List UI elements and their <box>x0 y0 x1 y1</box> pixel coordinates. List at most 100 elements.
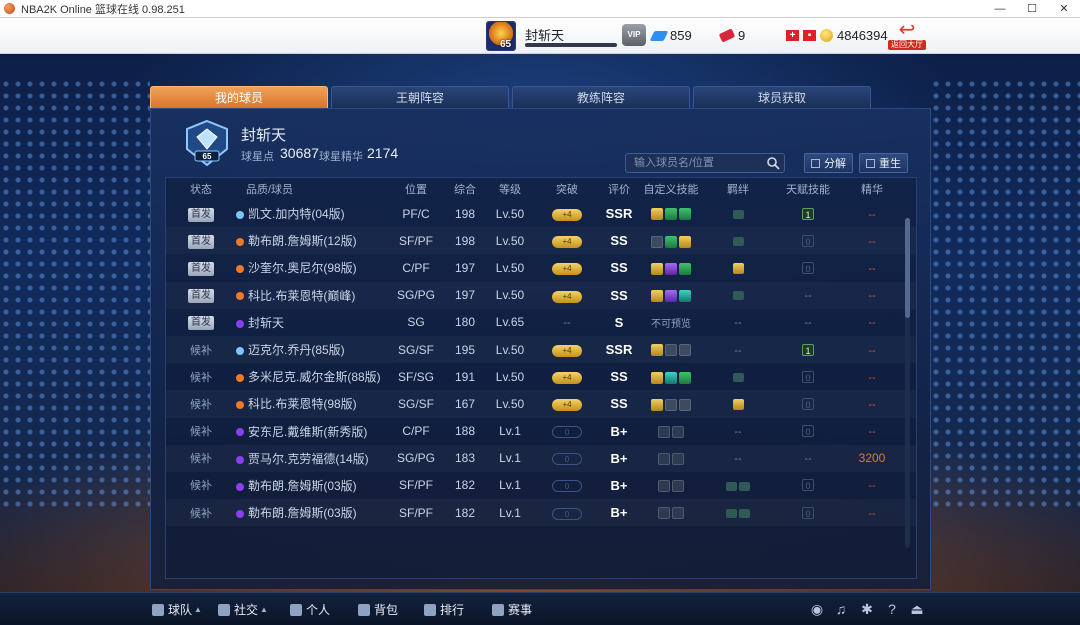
skill-icon[interactable] <box>651 208 663 221</box>
talent-badge[interactable]: 1 <box>802 343 814 356</box>
ticket-balance[interactable]: 9 <box>718 28 745 43</box>
table-row[interactable]: 候补 多米尼克.威尔金斯(88版) SF/SG 191 Lv.50 +4 SS 0 -- <box>166 363 916 390</box>
tab-my-players[interactable]: 我的球员 <box>150 86 328 108</box>
player-cell[interactable]: 凯文.加内特(04版) <box>236 205 386 222</box>
skill-icon[interactable] <box>679 371 691 384</box>
header-status[interactable]: 状态 <box>166 181 236 197</box>
skill-icon[interactable] <box>665 371 677 384</box>
table-scrollbar[interactable] <box>905 218 910 548</box>
nav-ranking[interactable]: 排行 <box>424 601 464 618</box>
lock-icon[interactable] <box>658 507 670 520</box>
tab-coach-lineup[interactable]: 教练阵容 <box>512 86 690 108</box>
player-cell[interactable]: 封斩天 <box>236 314 386 331</box>
lock-icon[interactable] <box>672 480 684 493</box>
skill-icon[interactable] <box>651 235 663 248</box>
search-input[interactable] <box>634 155 764 171</box>
talent-badge[interactable]: 0 <box>802 479 814 492</box>
table-row[interactable]: 候补 安东尼.戴维斯(新秀版) C/PF 188 Lv.1 0 B+ -- 0 -- <box>166 418 916 445</box>
talent-badge[interactable]: 0 <box>802 234 814 247</box>
skill-icon[interactable] <box>679 344 691 357</box>
player-cell[interactable]: 科比.布莱恩特(98版) <box>236 395 386 412</box>
player-cell[interactable]: 安东尼.戴维斯(新秀版) <box>236 423 386 440</box>
breakthrough-pill[interactable]: 0 <box>552 480 582 493</box>
skill-icon[interactable] <box>651 371 663 384</box>
nav-social[interactable]: 社交 ▲ <box>218 601 268 618</box>
header-overall[interactable]: 综合 <box>446 181 484 197</box>
header-bonds[interactable]: 羁绊 <box>702 181 774 197</box>
table-row[interactable]: 候补 勒布朗.詹姆斯(03版) SF/PF 182 Lv.1 0 B+ 0 -- <box>166 472 916 499</box>
header-talent[interactable]: 天赋技能 <box>774 181 842 197</box>
gear-icon[interactable]: ✱ <box>859 601 875 617</box>
talent-badge[interactable]: 0 <box>802 370 814 383</box>
lock-icon[interactable] <box>672 425 684 438</box>
tab-dynasty-lineup[interactable]: 王朝阵容 <box>331 86 509 108</box>
player-cell[interactable]: 迈克尔.乔丹(85版) <box>236 341 386 358</box>
header-position[interactable]: 位置 <box>386 181 446 197</box>
breakthrough-pill[interactable]: +4 <box>552 209 582 222</box>
header-quality-player[interactable]: 品质/球员 <box>236 181 386 197</box>
table-row[interactable]: 候补 贾马尔.克劳福德(14版) SG/PG 183 Lv.1 0 B+ -- -- 3200 <box>166 445 916 472</box>
talent-badge[interactable]: 0 <box>802 506 814 519</box>
breakthrough-pill[interactable]: +4 <box>552 290 582 303</box>
bond-icon[interactable] <box>732 399 744 411</box>
bond-icon[interactable] <box>732 237 744 247</box>
talent-badge[interactable]: 0 <box>802 261 814 274</box>
bond-icon[interactable] <box>732 291 744 301</box>
table-row[interactable]: 候补 迈克尔.乔丹(85版) SG/SF 195 Lv.50 +4 SSR -- 1 -- <box>166 336 916 363</box>
bond-icon[interactable] <box>732 373 744 383</box>
breakthrough-pill[interactable]: 0 <box>552 426 582 439</box>
skill-icon[interactable] <box>651 398 663 411</box>
table-row[interactable]: 候补 勒布朗.詹姆斯(03版) SF/PF 182 Lv.1 0 B+ 0 -- <box>166 499 916 526</box>
table-row[interactable]: 首发 凯文.加内特(04版) PF/C 198 Lv.50 +4 SSR 1 -- <box>166 200 916 227</box>
nav-events[interactable]: 赛事 <box>492 601 532 618</box>
maximize-button[interactable]: ☐ <box>1016 0 1048 18</box>
skill-icon[interactable] <box>665 262 677 275</box>
skill-icon[interactable] <box>665 344 677 357</box>
search-icon[interactable] <box>766 156 780 170</box>
header-essence[interactable]: 精华 <box>842 181 902 197</box>
bond-icon[interactable] <box>739 481 750 491</box>
bond-icon[interactable] <box>739 508 750 518</box>
exit-icon[interactable]: ⏏ <box>909 601 925 617</box>
headset-icon[interactable]: ◉ <box>809 601 825 617</box>
vip-icon[interactable]: VIP <box>622 24 646 46</box>
bond-icon[interactable] <box>732 263 744 275</box>
table-row[interactable]: 首发 勒布朗.詹姆斯(12版) SF/PF 198 Lv.50 +4 SS 0 -- <box>166 227 916 254</box>
header-custom-skills[interactable]: 自定义技能 <box>640 181 702 197</box>
header-breakthrough[interactable]: 突破 <box>536 181 598 197</box>
skill-icon[interactable] <box>651 289 663 302</box>
diamond-balance[interactable]: 859 <box>649 28 692 43</box>
player-cell[interactable]: 勒布朗.詹姆斯(12版) <box>236 232 386 249</box>
table-row[interactable]: 候补 科比.布莱恩特(98版) SG/SF 167 Lv.50 +4 SS 0 -- <box>166 390 916 417</box>
lock-icon[interactable] <box>672 453 684 466</box>
player-cell[interactable]: 科比.布莱恩特(巅峰) <box>236 287 386 304</box>
skill-icon[interactable] <box>665 235 677 248</box>
nav-team[interactable]: 球队 ▲ <box>152 601 202 618</box>
breakthrough-pill[interactable]: +4 <box>552 236 582 249</box>
skill-icon[interactable] <box>665 289 677 302</box>
back-to-lobby-button[interactable]: ↩ 返回大厅 <box>888 20 926 52</box>
talent-badge[interactable]: 0 <box>802 397 814 410</box>
table-row[interactable]: 首发 科比.布莱恩特(巅峰) SG/PG 197 Lv.50 +4 SS -- -- <box>166 282 916 309</box>
tab-player-acquire[interactable]: 球员获取 <box>693 86 871 108</box>
bond-icon[interactable] <box>732 209 744 219</box>
player-cell[interactable]: 贾马尔.克劳福德(14版) <box>236 450 386 467</box>
breakthrough-pill[interactable]: 0 <box>552 507 582 520</box>
coin-balance[interactable]: + ▪ 4846394 <box>786 28 888 43</box>
table-row[interactable]: 首发 封斩天 SG 180 Lv.65 -- S 不可预览 -- -- -- <box>166 309 916 336</box>
close-button[interactable]: ✕ <box>1048 0 1080 18</box>
talent-badge[interactable]: 1 <box>802 207 814 220</box>
nav-personal[interactable]: 个人 <box>290 601 330 618</box>
lock-icon[interactable] <box>658 425 670 438</box>
breakthrough-pill[interactable]: 0 <box>552 453 582 466</box>
skill-icon[interactable] <box>679 289 691 302</box>
music-icon[interactable]: ♫ <box>833 601 849 617</box>
player-cell[interactable]: 勒布朗.詹姆斯(03版) <box>236 477 386 494</box>
player-cell[interactable]: 多米尼克.威尔金斯(88版) <box>236 368 386 385</box>
breakthrough-pill[interactable]: +4 <box>552 263 582 276</box>
skill-icon[interactable] <box>665 398 677 411</box>
lock-icon[interactable] <box>672 507 684 520</box>
skill-icon[interactable] <box>665 208 677 221</box>
help-icon[interactable]: ? <box>884 601 900 617</box>
player-cell[interactable]: 沙奎尔.奥尼尔(98版) <box>236 259 386 276</box>
